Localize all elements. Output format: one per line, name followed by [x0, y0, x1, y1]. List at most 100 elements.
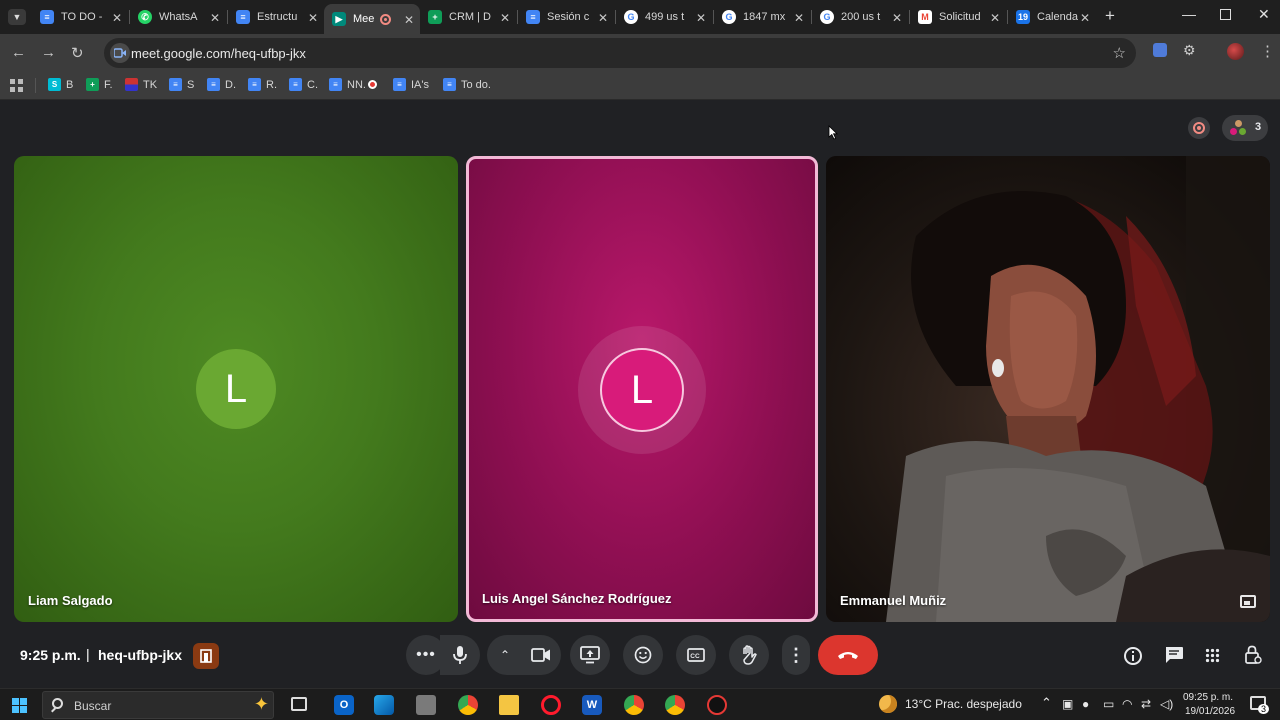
close-window-icon[interactable]: ✕	[1258, 6, 1270, 23]
present-screen-button[interactable]	[570, 635, 610, 675]
participant-tile[interactable]: L Liam Salgado	[14, 156, 458, 622]
pip-icon[interactable]	[1240, 595, 1256, 608]
bookmark-s[interactable]: ≡ S	[169, 78, 194, 91]
reload-icon[interactable]: ↻	[71, 44, 84, 62]
browser-menu-icon[interactable]: ⋮	[1260, 42, 1275, 60]
printer-app-icon[interactable]	[416, 695, 436, 715]
close-icon[interactable]: ✕	[794, 11, 804, 25]
site-info-icon[interactable]	[110, 43, 130, 63]
bookmark-b[interactable]: SB	[48, 78, 73, 91]
more-actions-button[interactable]: ⋮	[782, 635, 810, 675]
windows-taskbar: Buscar ✦ O W 13°C Prac. despejado ⌃ ▣ ● …	[0, 688, 1280, 720]
close-icon[interactable]: ✕	[210, 11, 220, 25]
close-icon[interactable]: ✕	[308, 11, 318, 25]
google-calendar-icon: 19	[1016, 10, 1030, 24]
windows-start-icon[interactable]	[12, 698, 27, 713]
microphone-button[interactable]	[440, 635, 480, 675]
url-text[interactable]: meet.google.com/heq-ufbp-jkx	[131, 46, 306, 61]
close-icon[interactable]: ✕	[598, 11, 608, 25]
volume-icon[interactable]: ◁)	[1160, 697, 1173, 711]
back-icon[interactable]: ←	[11, 44, 26, 61]
bookmark-todo[interactable]: ≡ To do.	[443, 78, 491, 91]
tab-sesion[interactable]: ≡ Sesión c ✕	[518, 4, 614, 30]
bookmark-f[interactable]: + F.	[86, 78, 113, 91]
close-icon[interactable]: ✕	[990, 11, 1000, 25]
clock-date[interactable]: 19/01/2026	[1185, 706, 1235, 717]
tab-whatsapp[interactable]: ✆ WhatsA ✕	[130, 4, 226, 30]
apps-grid-icon[interactable]	[10, 79, 23, 92]
tab-search-1847[interactable]: G 1847 mx ✕	[714, 4, 810, 30]
present-screen-icon	[580, 646, 600, 664]
clock-time[interactable]: 09:25 p. m.	[1183, 692, 1233, 703]
outlook-new-icon[interactable]	[374, 695, 394, 715]
forward-icon[interactable]: →	[41, 44, 56, 61]
wifi-icon[interactable]: ◠	[1122, 697, 1132, 711]
tab-search-200[interactable]: G 200 us t ✕	[812, 4, 908, 30]
tab-search-499[interactable]: G 499 us t ✕	[616, 4, 712, 30]
bookmark-ias[interactable]: ≡ IA's	[393, 78, 429, 91]
bookmark-nn[interactable]: ≡ NN.	[329, 78, 377, 91]
close-icon[interactable]: ✕	[500, 11, 510, 25]
meeting-details-icon[interactable]	[1124, 647, 1142, 665]
bookmark-star-icon[interactable]: ☆	[1113, 44, 1126, 62]
activities-icon[interactable]	[1205, 648, 1220, 663]
chrome-profile-2-icon[interactable]	[665, 695, 685, 715]
google-sheets-icon: +	[428, 10, 442, 24]
participants-chip[interactable]: 3	[1222, 115, 1268, 141]
camera-options-button[interactable]: ⌃	[487, 635, 523, 675]
extension-icon[interactable]	[1153, 43, 1167, 57]
close-icon[interactable]: ✕	[1080, 11, 1090, 25]
tab-todo[interactable]: ≡ TO DO - ✕	[32, 4, 128, 30]
weather-text[interactable]: 13°C Prac. despejado	[905, 697, 1022, 711]
profile-avatar[interactable]	[1227, 43, 1244, 60]
bookmark-d[interactable]: ≡ D.	[207, 78, 236, 91]
link-icon[interactable]: ⇄	[1141, 697, 1151, 711]
participant-avatar: L	[600, 348, 684, 432]
app-icon[interactable]	[707, 695, 727, 715]
docs-bookmark-icon: ≡	[393, 78, 406, 91]
outlook-icon[interactable]: O	[334, 695, 354, 715]
restore-icon[interactable]	[1220, 9, 1231, 20]
bookmark-r[interactable]: ≡ R.	[248, 78, 277, 91]
new-tab-button[interactable]: +	[1105, 6, 1115, 26]
close-icon[interactable]: ✕	[404, 13, 414, 27]
battery-icon[interactable]: ▭	[1103, 697, 1114, 711]
tab-meet[interactable]: ▶ Mee ✕	[324, 4, 420, 34]
tab-crm[interactable]: + CRM | D ✕	[420, 4, 516, 30]
companion-mode-icon[interactable]	[193, 643, 219, 669]
chat-icon[interactable]	[1164, 646, 1184, 669]
extensions-puzzle-icon[interactable]: ⚙	[1183, 42, 1196, 59]
task-view-icon[interactable]	[291, 697, 307, 711]
close-icon[interactable]: ✕	[112, 11, 122, 25]
participant-tile-video[interactable]: Emmanuel Muñiz	[826, 156, 1270, 622]
file-explorer-icon[interactable]	[499, 695, 519, 715]
captions-button[interactable]: CC	[676, 635, 716, 675]
opera-icon[interactable]	[541, 695, 561, 715]
docs-bookmark-icon: ≡	[289, 78, 302, 91]
chrome-icon[interactable]	[458, 695, 478, 715]
minimize-icon[interactable]: —	[1182, 6, 1196, 22]
close-icon[interactable]: ✕	[696, 11, 706, 25]
word-icon[interactable]: W	[582, 695, 602, 715]
tab-calendar[interactable]: 19 Calenda ✕	[1008, 4, 1096, 30]
recording-indicator-icon[interactable]	[1188, 117, 1210, 139]
participant-tile-active-speaker[interactable]: L Luis Angel Sánchez Rodríguez	[466, 156, 818, 622]
weather-icon[interactable]	[879, 695, 897, 713]
bookmark-tk[interactable]: TK	[125, 78, 157, 91]
tray-app-icon[interactable]: ▣	[1062, 697, 1073, 711]
reactions-button[interactable]	[623, 635, 663, 675]
tab-estructura[interactable]: ≡ Estructu ✕	[228, 4, 324, 30]
chevron-up-icon[interactable]: ⌃	[1041, 695, 1052, 711]
raise-hand-button[interactable]	[729, 635, 769, 675]
mic-tray-icon[interactable]: ●	[1082, 697, 1089, 711]
address-bar[interactable]: meet.google.com/heq-ufbp-jkx ☆	[104, 38, 1136, 68]
taskbar-search-box[interactable]: Buscar ✦	[42, 691, 274, 719]
host-controls-icon[interactable]	[1244, 645, 1262, 670]
bookmark-c[interactable]: ≡ C.	[289, 78, 318, 91]
close-icon[interactable]: ✕	[892, 11, 902, 25]
tab-gmail[interactable]: M Solicitud ✕	[910, 4, 1006, 30]
leave-call-button[interactable]	[818, 635, 878, 675]
camera-button[interactable]	[521, 635, 561, 675]
tab-search-button[interactable]: ▼	[8, 9, 26, 25]
chrome-profile-icon[interactable]	[624, 695, 644, 715]
